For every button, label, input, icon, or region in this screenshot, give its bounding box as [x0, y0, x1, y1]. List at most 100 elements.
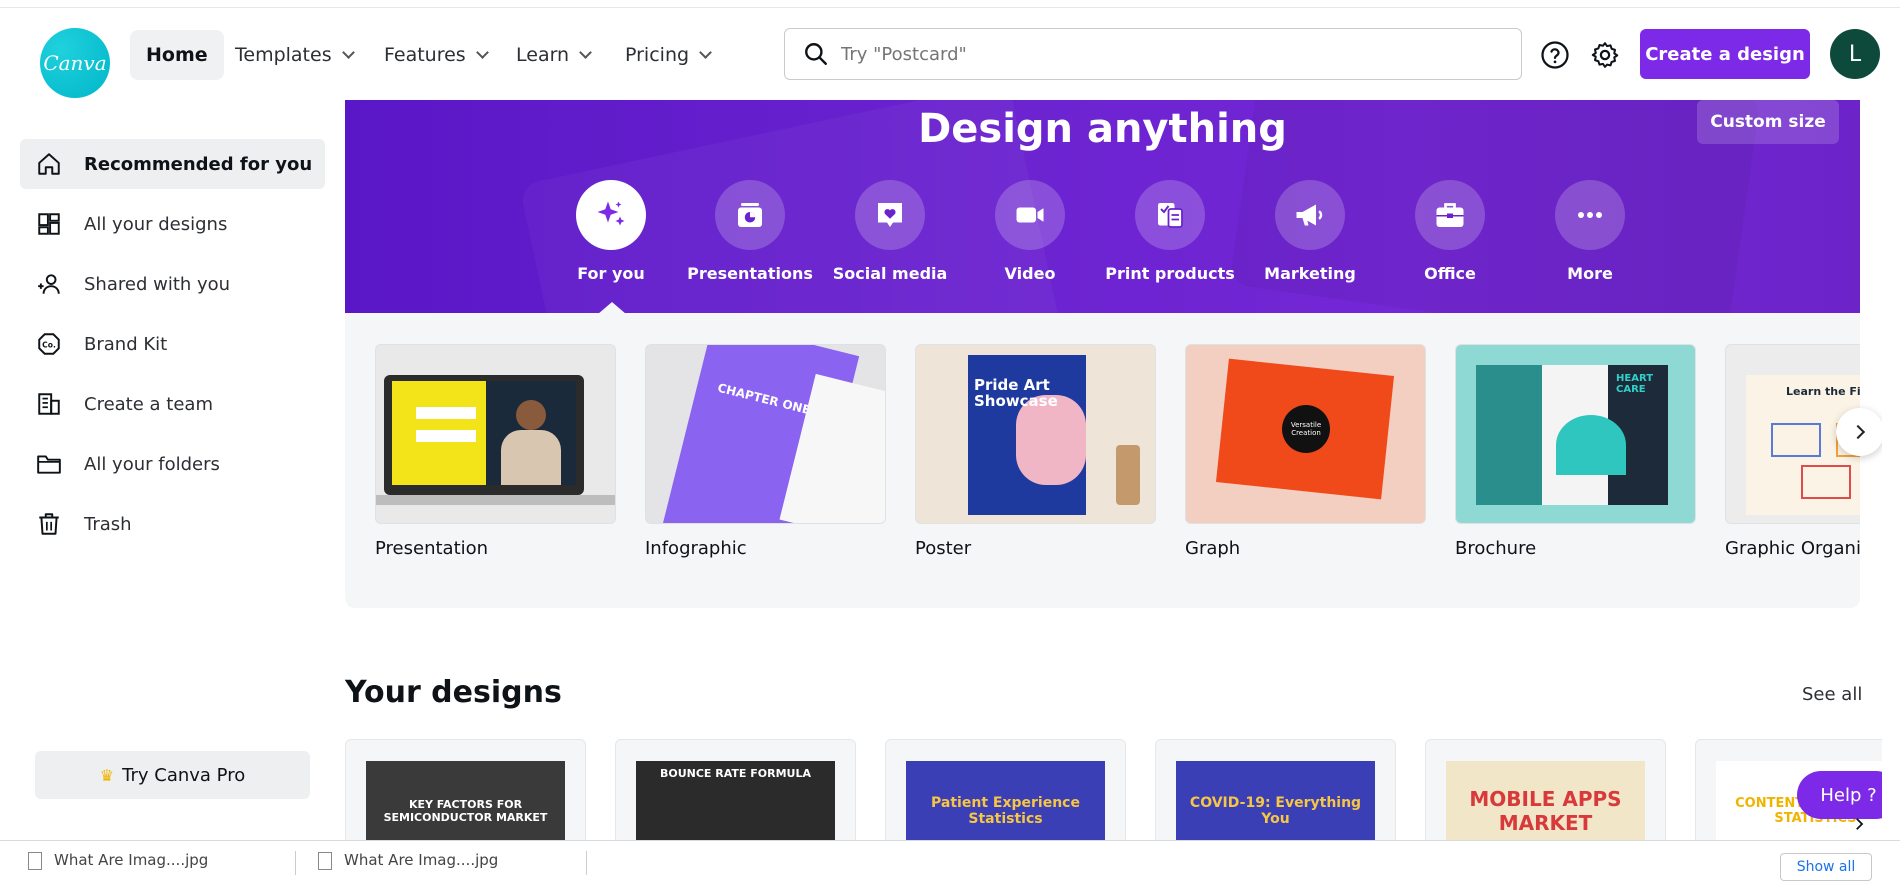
gear-icon[interactable]	[1590, 40, 1620, 70]
search-input[interactable]	[841, 43, 1441, 65]
design-card[interactable]: Patient Experience Statistics	[885, 739, 1126, 849]
category-video[interactable]: Video	[960, 180, 1100, 283]
template-thumbnail	[375, 344, 616, 524]
design-card[interactable]: BOUNCE RATE FORMULA	[615, 739, 856, 849]
template-label: Poster	[915, 538, 972, 559]
nav-label: Pricing	[625, 44, 690, 66]
show-all-downloads-button[interactable]: Show all	[1780, 853, 1872, 881]
chevron-down-icon	[475, 45, 489, 59]
megaphone-icon	[1296, 204, 1323, 226]
logo-text: Canva	[43, 51, 107, 75]
divider	[586, 851, 587, 875]
chevron-down-icon	[341, 45, 355, 59]
nav-label: Templates	[235, 44, 332, 66]
design-thumb-text: MOBILE APPS MARKET	[1446, 761, 1645, 848]
avatar[interactable]: L	[1830, 29, 1880, 79]
team-building-icon	[38, 393, 60, 415]
crown-icon: ♛	[99, 765, 115, 785]
template-label: Brochure	[1455, 538, 1537, 559]
try-canva-pro-button[interactable]: ♛ Try Canva Pro	[35, 751, 310, 799]
download-bar: What Are Imag....jpg What Are Imag....jp…	[0, 840, 1900, 881]
sidebar-item-label: Brand Kit	[84, 333, 168, 355]
category-social-media[interactable]: Social media	[820, 180, 960, 283]
nav-features[interactable]: Features	[368, 30, 503, 80]
sidebar-item-label: Shared with you	[84, 273, 231, 295]
category-more[interactable]: More	[1520, 180, 1660, 283]
sidebar-item-label: Trash	[84, 513, 132, 535]
template-card-infographic[interactable]: CHAPTER ONE Infographic	[645, 344, 886, 559]
download-item[interactable]: What Are Imag....jpg	[28, 847, 208, 873]
design-thumb-text: COVID-19: Everything You	[1176, 761, 1375, 848]
nav-label: Home	[146, 44, 208, 66]
category-label: Office	[1424, 264, 1476, 283]
scrollbar[interactable]	[1882, 100, 1900, 840]
custom-size-button[interactable]: Custom size	[1697, 100, 1839, 144]
create-design-button[interactable]: Create a design	[1640, 29, 1810, 79]
sidebar-item-label: Recommended for you	[84, 153, 313, 175]
template-card-presentation[interactable]: Presentation	[375, 344, 616, 559]
category-presentations[interactable]: Presentations	[680, 180, 820, 283]
see-all-link[interactable]: See all	[1802, 684, 1862, 705]
design-thumb-text: Patient Experience Statistics	[906, 761, 1105, 848]
template-card-graphic-organizer[interactable]: Learn the Five S Graphic Organizer	[1725, 344, 1860, 559]
browser-top-edge	[0, 0, 1900, 8]
help-icon[interactable]	[1540, 40, 1570, 70]
download-item[interactable]: What Are Imag....jpg	[318, 847, 498, 873]
users-icon	[38, 274, 60, 294]
category-label: Marketing	[1264, 264, 1356, 283]
design-card[interactable]: KEY FACTORS FOR SEMICONDUCTOR MARKET	[345, 739, 586, 849]
category-label: More	[1567, 264, 1613, 283]
search-bar[interactable]	[784, 28, 1522, 80]
category-print-products[interactable]: Print products	[1100, 180, 1240, 283]
category-office[interactable]: Office	[1380, 180, 1520, 283]
nav-pricing[interactable]: Pricing	[609, 30, 726, 80]
category-marketing[interactable]: Marketing	[1240, 180, 1380, 283]
sidebar-item-label: Create a team	[84, 393, 213, 415]
your-designs-heading: Your designs	[345, 675, 562, 710]
template-card-brochure[interactable]: HEART CARE Brochure	[1455, 344, 1696, 559]
category-for-you[interactable]: For you	[541, 180, 681, 283]
sidebar-item-create-team[interactable]: Create a team	[20, 379, 325, 429]
top-header: Canva Home Templates Features Learn Pric…	[0, 9, 1900, 99]
template-thumbnail: HEART CARE	[1455, 344, 1696, 524]
hero-title: Design anything	[918, 106, 1287, 152]
template-thumbnail: Pride Art Showcase	[915, 344, 1156, 524]
sidebar-item-folders[interactable]: All your folders	[20, 439, 325, 489]
design-card[interactable]: MOBILE APPS MARKET	[1425, 739, 1666, 849]
template-thumb-text: HEART CARE	[1616, 373, 1654, 395]
category-label: Print products	[1105, 264, 1235, 283]
nav-home[interactable]: Home	[130, 30, 224, 80]
template-card-graph[interactable]: Versatile Creation Graph	[1185, 344, 1426, 559]
template-label: Presentation	[375, 538, 489, 559]
file-icon	[318, 852, 332, 870]
sidebar: Recommended for you All your designs Sha…	[0, 100, 345, 840]
sidebar-item-all-designs[interactable]: All your designs	[20, 199, 325, 249]
design-card[interactable]: COVID-19: Everything You	[1155, 739, 1396, 849]
divider	[295, 851, 296, 875]
template-carousel: Presentation CHAPTER ONE Infographic Pri…	[345, 313, 1860, 608]
category-label: Presentations	[687, 264, 813, 283]
sidebar-item-recommended[interactable]: Recommended for you	[20, 139, 325, 189]
grid-icon	[38, 213, 60, 235]
download-filename: What Are Imag....jpg	[54, 851, 209, 869]
category-label: For you	[577, 264, 645, 283]
template-thumb-text: Learn the Five S	[1786, 385, 1860, 398]
chevron-down-icon	[579, 45, 592, 59]
chevron-right-icon	[1850, 424, 1866, 440]
canva-logo[interactable]: Canva	[40, 28, 110, 98]
folder-icon	[37, 455, 61, 474]
nav-templates[interactable]: Templates	[219, 30, 369, 80]
nav-learn[interactable]: Learn	[500, 30, 606, 80]
template-label: Graph	[1185, 538, 1241, 559]
sidebar-item-trash[interactable]: Trash	[20, 499, 325, 549]
sidebar-item-shared[interactable]: Shared with you	[20, 259, 325, 309]
briefcase-icon	[1436, 203, 1464, 227]
presentation-icon	[738, 203, 762, 227]
sidebar-item-label: All your folders	[84, 453, 220, 475]
category-label: Video	[1004, 264, 1056, 283]
carousel-next-button[interactable]	[1836, 408, 1884, 456]
download-filename: What Are Imag....jpg	[344, 851, 499, 869]
chevron-right-icon[interactable]	[1850, 815, 1868, 833]
sidebar-item-brand-kit[interactable]: Co. Brand Kit	[20, 319, 325, 369]
template-card-poster[interactable]: Pride Art Showcase Poster	[915, 344, 1156, 559]
